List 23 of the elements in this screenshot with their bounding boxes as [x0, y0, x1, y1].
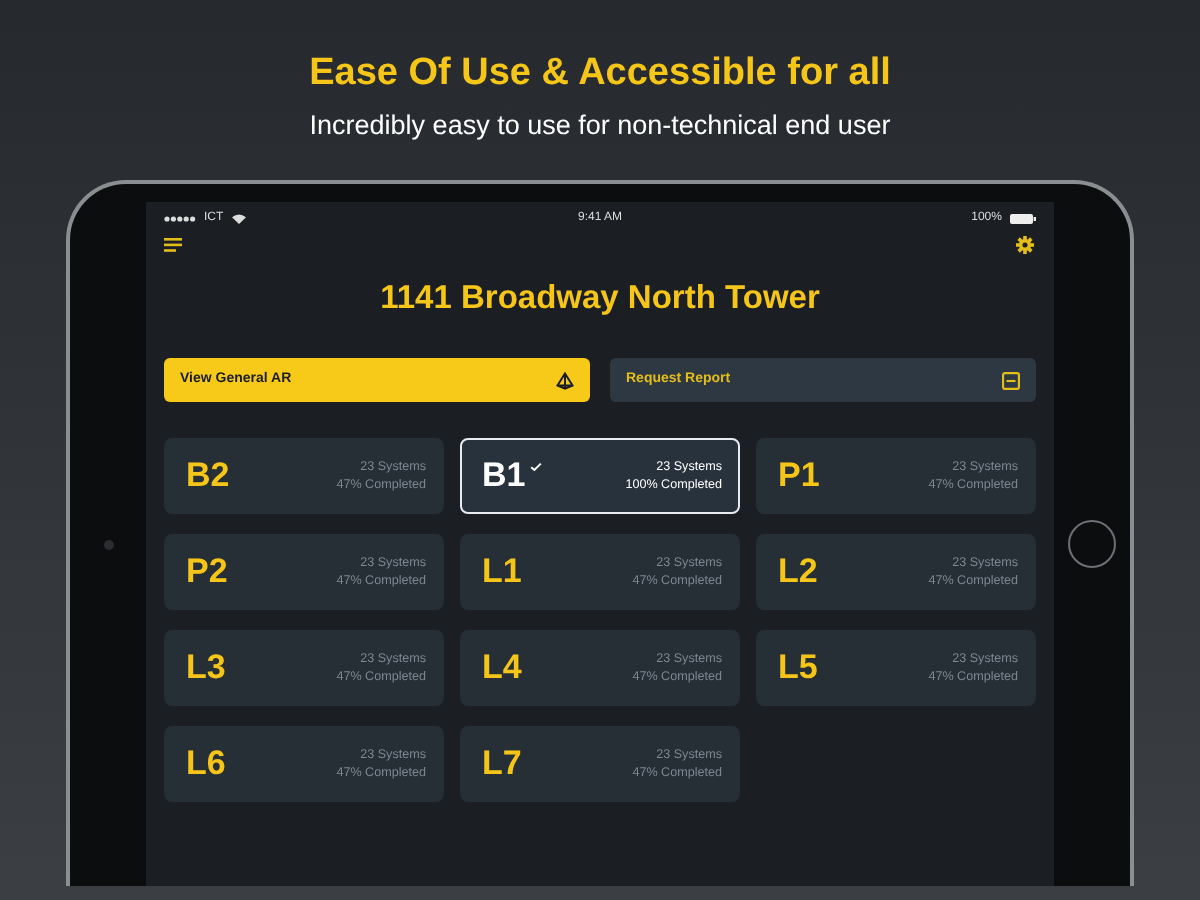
level-label: L6: [186, 744, 226, 784]
battery-icon: [1009, 213, 1036, 223]
report-icon: [1002, 371, 1020, 389]
level-label: L7: [482, 744, 522, 784]
level-label: L3: [186, 648, 226, 688]
level-label: L5: [778, 648, 818, 688]
menu-icon[interactable]: [164, 238, 182, 252]
level-label: P2: [186, 552, 228, 592]
ar-icon: [556, 371, 574, 389]
level-label: L4: [482, 648, 522, 688]
level-label: B2: [186, 456, 230, 496]
home-button[interactable]: [1068, 520, 1116, 568]
wifi-icon: [231, 213, 246, 223]
level-label: L1: [482, 552, 522, 592]
signal-icon: [164, 215, 196, 221]
level-label: L2: [778, 552, 818, 592]
subheadline: Incredibly easy to use for non-technical end user: [307, 108, 893, 144]
settings-icon[interactable]: [1016, 236, 1034, 254]
building-title: 1141 Broadway North Tower: [378, 278, 822, 318]
camera-icon: [103, 539, 113, 549]
level-label: B1: [482, 456, 526, 496]
headline: Ease Of Use & Accessible for all: [307, 50, 893, 98]
level-label: P1: [778, 456, 820, 496]
